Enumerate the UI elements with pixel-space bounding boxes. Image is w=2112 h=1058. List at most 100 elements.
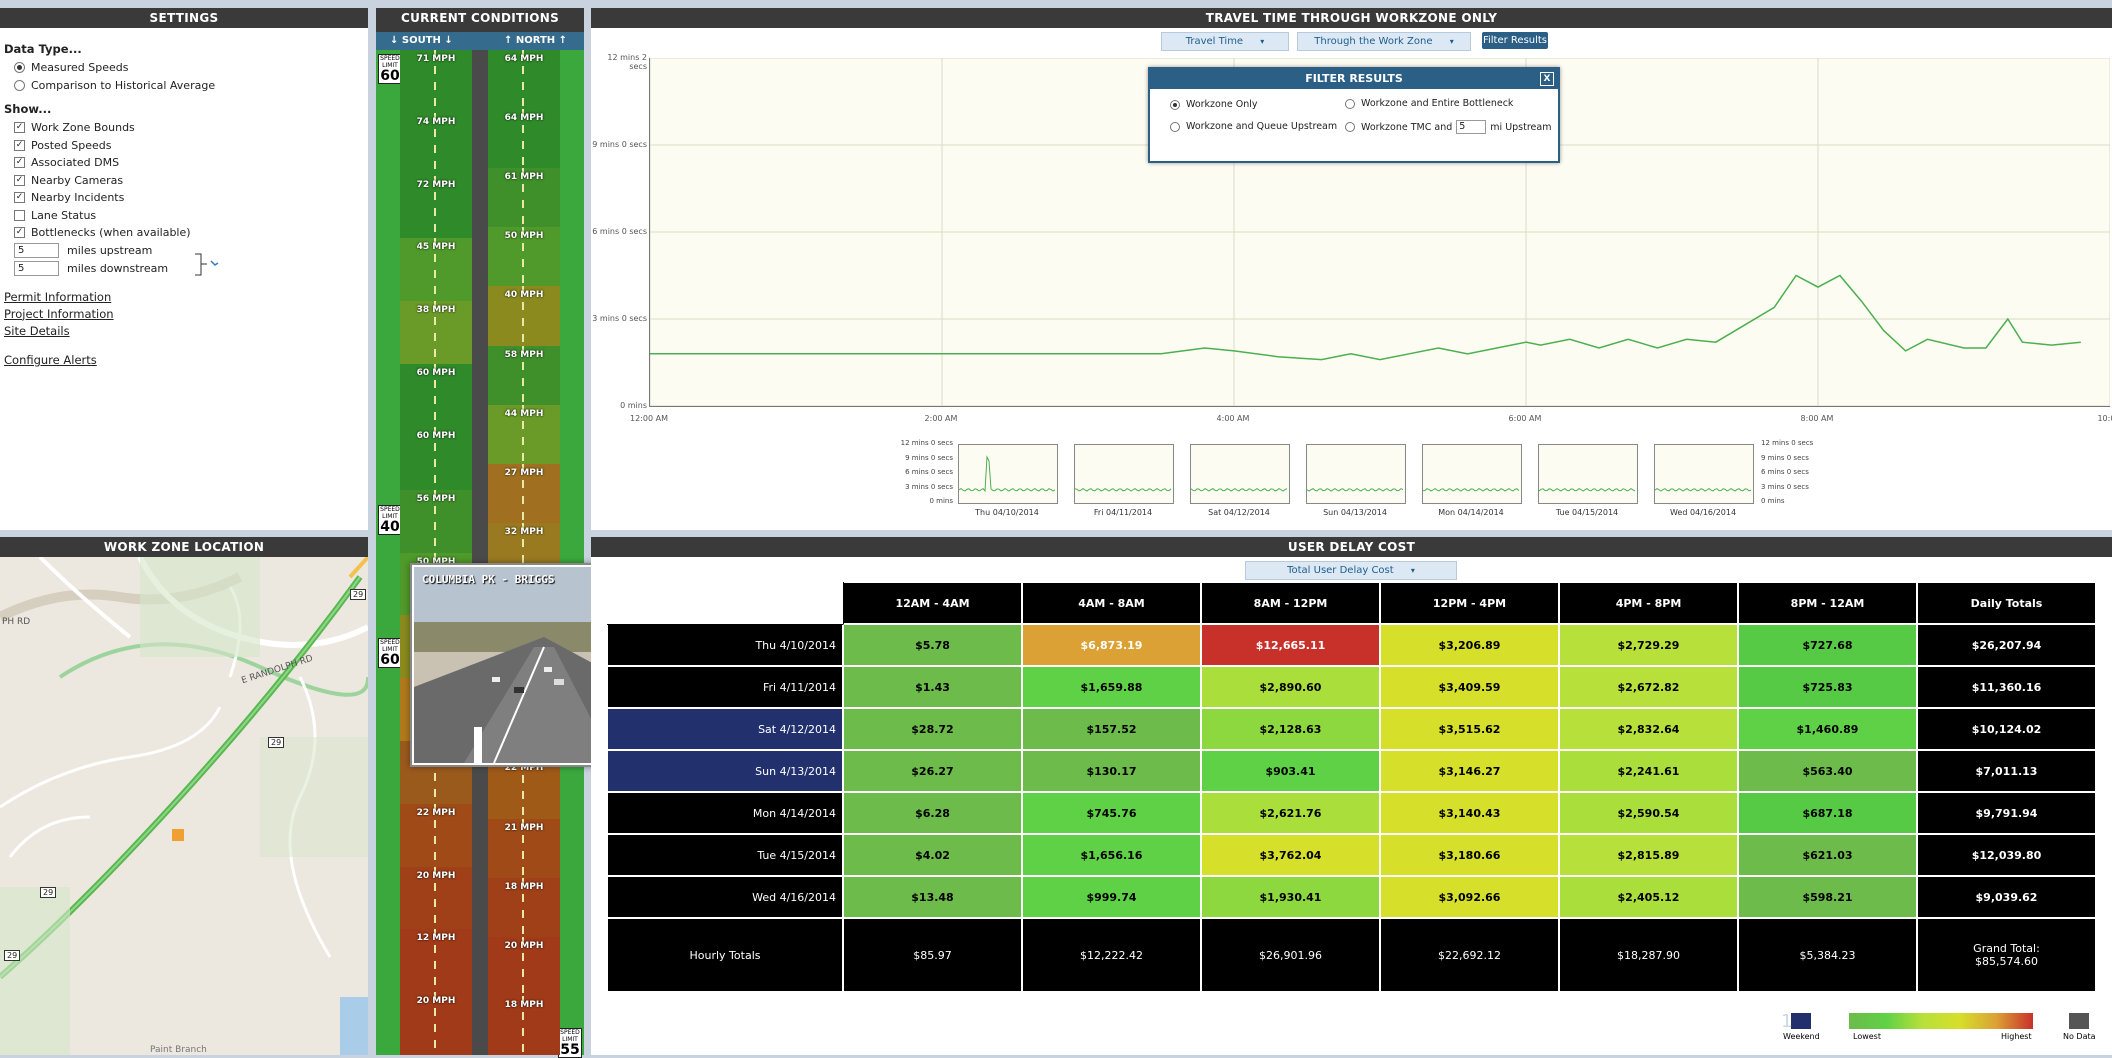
configure-alerts-link[interactable]: Configure Alerts bbox=[4, 353, 364, 370]
delay-cost-cell[interactable]: $1,659.88 bbox=[1021, 665, 1202, 709]
delay-cost-cell[interactable]: $687.18 bbox=[1737, 791, 1918, 835]
delay-cost-cell[interactable]: $5.78 bbox=[842, 623, 1023, 667]
delay-cost-cell[interactable]: $1,460.89 bbox=[1737, 707, 1918, 751]
checkbox-checked-icon[interactable]: ✓ bbox=[14, 227, 25, 239]
delay-cost-cell[interactable]: $2,832.64 bbox=[1558, 707, 1739, 751]
upstream-miles-input[interactable]: 5 bbox=[14, 243, 59, 258]
delay-cost-cell[interactable]: $2,128.63 bbox=[1200, 707, 1381, 751]
delay-cost-cell[interactable]: $6,873.19 bbox=[1021, 623, 1202, 667]
checkbox-checked-icon[interactable]: ✓ bbox=[14, 157, 25, 169]
map-canvas[interactable] bbox=[0, 557, 368, 1055]
north-segment[interactable]: 50 MPH bbox=[488, 227, 560, 287]
delay-cost-cell[interactable]: $2,590.54 bbox=[1558, 791, 1739, 835]
delay-cost-cell[interactable]: $1,656.16 bbox=[1021, 833, 1202, 877]
bracket-link-icon[interactable] bbox=[193, 253, 223, 277]
south-segment[interactable]: 72 MPH bbox=[400, 175, 472, 239]
checkbox-checked-icon[interactable]: ✓ bbox=[14, 192, 25, 204]
south-segment[interactable]: 45 MPH bbox=[400, 238, 472, 302]
scope-dropdown[interactable]: Through the Work Zone ▾ bbox=[1297, 32, 1471, 51]
data-type-measured-radio[interactable]: Measured Speeds bbox=[4, 59, 364, 77]
north-segment[interactable]: 27 MPH bbox=[488, 463, 560, 523]
daily-sparkline[interactable] bbox=[1538, 444, 1638, 504]
tmc-upstream-miles-input[interactable]: 5 bbox=[1456, 120, 1487, 134]
delay-cost-cell[interactable]: $3,146.27 bbox=[1379, 749, 1560, 793]
show-option-checkbox[interactable]: ✓ Work Zone Bounds bbox=[4, 119, 364, 137]
south-segment[interactable]: 60 MPH bbox=[400, 364, 472, 427]
delay-cost-cell[interactable]: $598.21 bbox=[1737, 875, 1918, 919]
data-type-comparison-radio[interactable]: Comparison to Historical Average bbox=[4, 77, 364, 95]
filter-entire-bottleneck-option[interactable]: Workzone and Entire Bottleneck bbox=[1345, 98, 1513, 109]
show-option-checkbox[interactable]: Lane Status bbox=[4, 207, 364, 225]
south-segment[interactable]: 20 MPH bbox=[400, 992, 472, 1055]
north-segment[interactable]: 20 MPH bbox=[488, 936, 560, 996]
south-segment[interactable]: 71 MPH bbox=[400, 50, 472, 113]
north-segment[interactable]: 22 MPH bbox=[488, 759, 560, 819]
delay-cost-cell[interactable]: $6.28 bbox=[842, 791, 1023, 835]
south-segment[interactable]: 20 MPH bbox=[400, 866, 472, 930]
close-icon[interactable]: X bbox=[1540, 72, 1554, 86]
delay-cost-cell[interactable]: $621.03 bbox=[1737, 833, 1918, 877]
delay-cost-cell[interactable]: $745.76 bbox=[1021, 791, 1202, 835]
radio-icon[interactable] bbox=[1345, 122, 1355, 132]
delay-cost-cell[interactable]: $3,140.43 bbox=[1379, 791, 1560, 835]
south-segment[interactable]: 60 MPH bbox=[400, 426, 472, 490]
north-segment[interactable]: 64 MPH bbox=[488, 50, 560, 110]
south-segment[interactable]: 56 MPH bbox=[400, 489, 472, 553]
checkbox-checked-icon[interactable]: ✓ bbox=[14, 174, 25, 186]
daily-sparkline[interactable] bbox=[1190, 444, 1290, 504]
delay-cost-cell[interactable]: $2,621.76 bbox=[1200, 791, 1381, 835]
north-segment[interactable]: 18 MPH bbox=[488, 995, 560, 1055]
delay-cost-cell[interactable]: $999.74 bbox=[1021, 875, 1202, 919]
north-segment[interactable]: 61 MPH bbox=[488, 168, 560, 228]
metric-dropdown[interactable]: Travel Time ▾ bbox=[1161, 32, 1289, 51]
delay-cost-cell[interactable]: $3,515.62 bbox=[1379, 707, 1560, 751]
delay-cost-cell[interactable]: $3,092.66 bbox=[1379, 875, 1560, 919]
north-segment[interactable]: 18 MPH bbox=[488, 877, 560, 937]
delay-cost-cell[interactable]: $1,930.41 bbox=[1200, 875, 1381, 919]
north-segment[interactable]: 21 MPH bbox=[488, 818, 560, 878]
delay-cost-cell[interactable]: $28.72 bbox=[842, 707, 1023, 751]
daily-sparkline[interactable] bbox=[1422, 444, 1522, 504]
show-option-checkbox[interactable]: ✓ Posted Speeds bbox=[4, 137, 364, 155]
permit-information-link[interactable]: Permit Information bbox=[4, 290, 364, 307]
downstream-miles-input[interactable]: 5 bbox=[14, 261, 59, 276]
delay-cost-cell[interactable]: $563.40 bbox=[1737, 749, 1918, 793]
checkbox-checked-icon[interactable]: ✓ bbox=[14, 139, 25, 151]
delay-cost-cell[interactable]: $2,890.60 bbox=[1200, 665, 1381, 709]
south-segment[interactable]: 12 MPH bbox=[400, 929, 472, 993]
show-option-checkbox[interactable]: ✓ Nearby Cameras bbox=[4, 172, 364, 190]
filter-workzone-only-option[interactable]: Workzone Only bbox=[1170, 99, 1258, 110]
filter-tmc-upstream-option[interactable]: Workzone TMC and 5 mi Upstream bbox=[1345, 120, 1551, 134]
delay-cost-cell[interactable]: $3,180.66 bbox=[1379, 833, 1560, 877]
show-option-checkbox[interactable]: ✓ Bottlenecks (when available) bbox=[4, 224, 364, 242]
filter-results-button[interactable]: Filter Results bbox=[1482, 32, 1548, 49]
delay-cost-cell[interactable]: $903.41 bbox=[1200, 749, 1381, 793]
delay-cost-cell[interactable]: $2,405.12 bbox=[1558, 875, 1739, 919]
daily-sparkline[interactable] bbox=[1654, 444, 1754, 504]
daily-sparkline[interactable] bbox=[958, 444, 1058, 504]
delay-cost-cell[interactable]: $2,729.29 bbox=[1558, 623, 1739, 667]
checkbox-checked-icon[interactable]: ✓ bbox=[14, 122, 25, 134]
show-option-checkbox[interactable]: ✓ Associated DMS bbox=[4, 154, 364, 172]
north-segment[interactable]: 58 MPH bbox=[488, 345, 560, 405]
filter-queue-upstream-option[interactable]: Workzone and Queue Upstream bbox=[1170, 121, 1337, 132]
radio-icon[interactable] bbox=[14, 79, 25, 91]
north-segment[interactable]: 40 MPH bbox=[488, 286, 560, 346]
south-segment[interactable]: 22 MPH bbox=[400, 803, 472, 867]
north-segment[interactable]: 64 MPH bbox=[488, 109, 560, 169]
delay-cost-cell[interactable]: $1.43 bbox=[842, 665, 1023, 709]
delay-cost-cell[interactable]: $130.17 bbox=[1021, 749, 1202, 793]
delay-cost-cell[interactable]: $157.52 bbox=[1021, 707, 1202, 751]
delay-cost-cell[interactable]: $3,206.89 bbox=[1379, 623, 1560, 667]
daily-sparkline[interactable] bbox=[1074, 444, 1174, 504]
radio-icon[interactable] bbox=[14, 62, 25, 74]
north-segment[interactable]: 44 MPH bbox=[488, 404, 560, 464]
delay-cost-cell[interactable]: $13.48 bbox=[842, 875, 1023, 919]
south-segment[interactable]: 74 MPH bbox=[400, 112, 472, 176]
radio-icon[interactable] bbox=[1345, 98, 1355, 109]
delay-metric-dropdown[interactable]: Total User Delay Cost ▾ bbox=[1245, 561, 1457, 580]
checkbox-unchecked-icon[interactable] bbox=[14, 209, 25, 221]
delay-cost-cell[interactable]: $2,241.61 bbox=[1558, 749, 1739, 793]
delay-cost-cell[interactable]: $3,762.04 bbox=[1200, 833, 1381, 877]
delay-cost-cell[interactable]: $725.83 bbox=[1737, 665, 1918, 709]
